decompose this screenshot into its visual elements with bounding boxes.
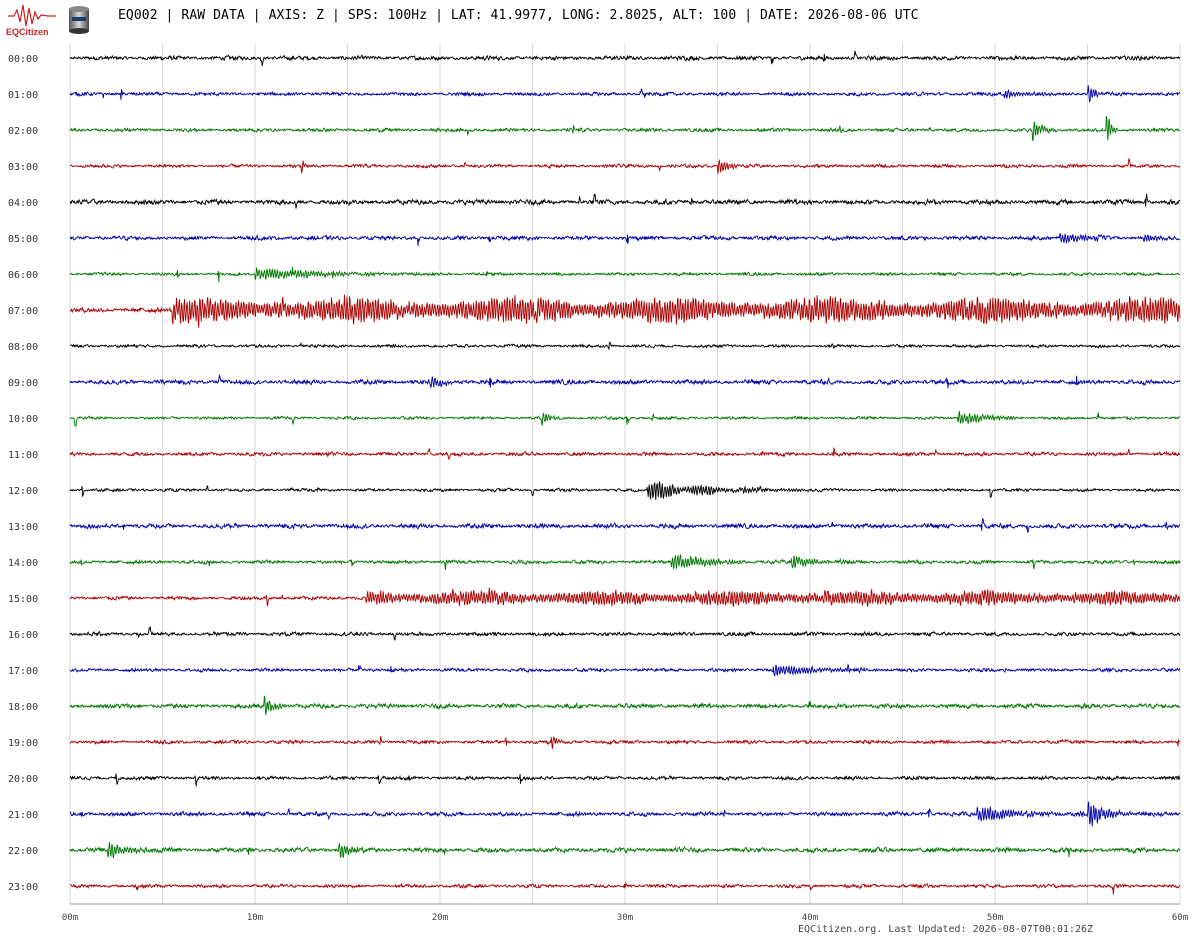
row-time-label: 20:00 bbox=[8, 774, 38, 785]
row-time-label: 17:00 bbox=[8, 666, 38, 677]
row-time-label: 16:00 bbox=[8, 630, 38, 641]
row-time-label: 22:00 bbox=[8, 846, 38, 857]
x-tick-label: 50m bbox=[987, 913, 1003, 923]
row-time-label: 05:00 bbox=[8, 234, 38, 245]
row-time-label: 12:00 bbox=[8, 486, 38, 497]
row-time-label: 19:00 bbox=[8, 738, 38, 749]
last-updated-footer: EQCitizen.org. Last Updated: 2026-08-07T… bbox=[798, 924, 1094, 935]
x-tick-label: 00m bbox=[62, 913, 78, 923]
seismogram-plot: 00m 10m 20m 30m 40m 50m 60m 00:00 01:00 02:00 03:0… bbox=[8, 44, 1188, 923]
x-tick-label: 10m bbox=[247, 913, 263, 923]
row-time-label: 09:00 bbox=[8, 378, 38, 389]
x-tick-label: 60m bbox=[1172, 913, 1188, 923]
row-time-label: 02:00 bbox=[8, 126, 38, 137]
row-time-label: 07:00 bbox=[8, 306, 38, 317]
row-time-label: 01:00 bbox=[8, 90, 38, 101]
row-time-label: 08:00 bbox=[8, 342, 38, 353]
row-time-label: 10:00 bbox=[8, 414, 38, 425]
row-time-label: 11:00 bbox=[8, 450, 38, 461]
row-time-label: 13:00 bbox=[8, 522, 38, 533]
row-time-label: 06:00 bbox=[8, 270, 38, 281]
row-time-label: 18:00 bbox=[8, 702, 38, 713]
x-tick-label: 30m bbox=[617, 913, 633, 923]
row-time-label: 14:00 bbox=[8, 558, 38, 569]
row-time-label: 00:00 bbox=[8, 54, 38, 65]
x-tick-label: 40m bbox=[802, 913, 818, 923]
row-time-label: 23:00 bbox=[8, 882, 38, 893]
row-time-label: 15:00 bbox=[8, 594, 38, 605]
row-time-label: 03:00 bbox=[8, 162, 38, 173]
row-time-label: 21:00 bbox=[8, 810, 38, 821]
x-tick-label: 20m bbox=[432, 913, 448, 923]
row-time-label: 04:00 bbox=[8, 198, 38, 209]
